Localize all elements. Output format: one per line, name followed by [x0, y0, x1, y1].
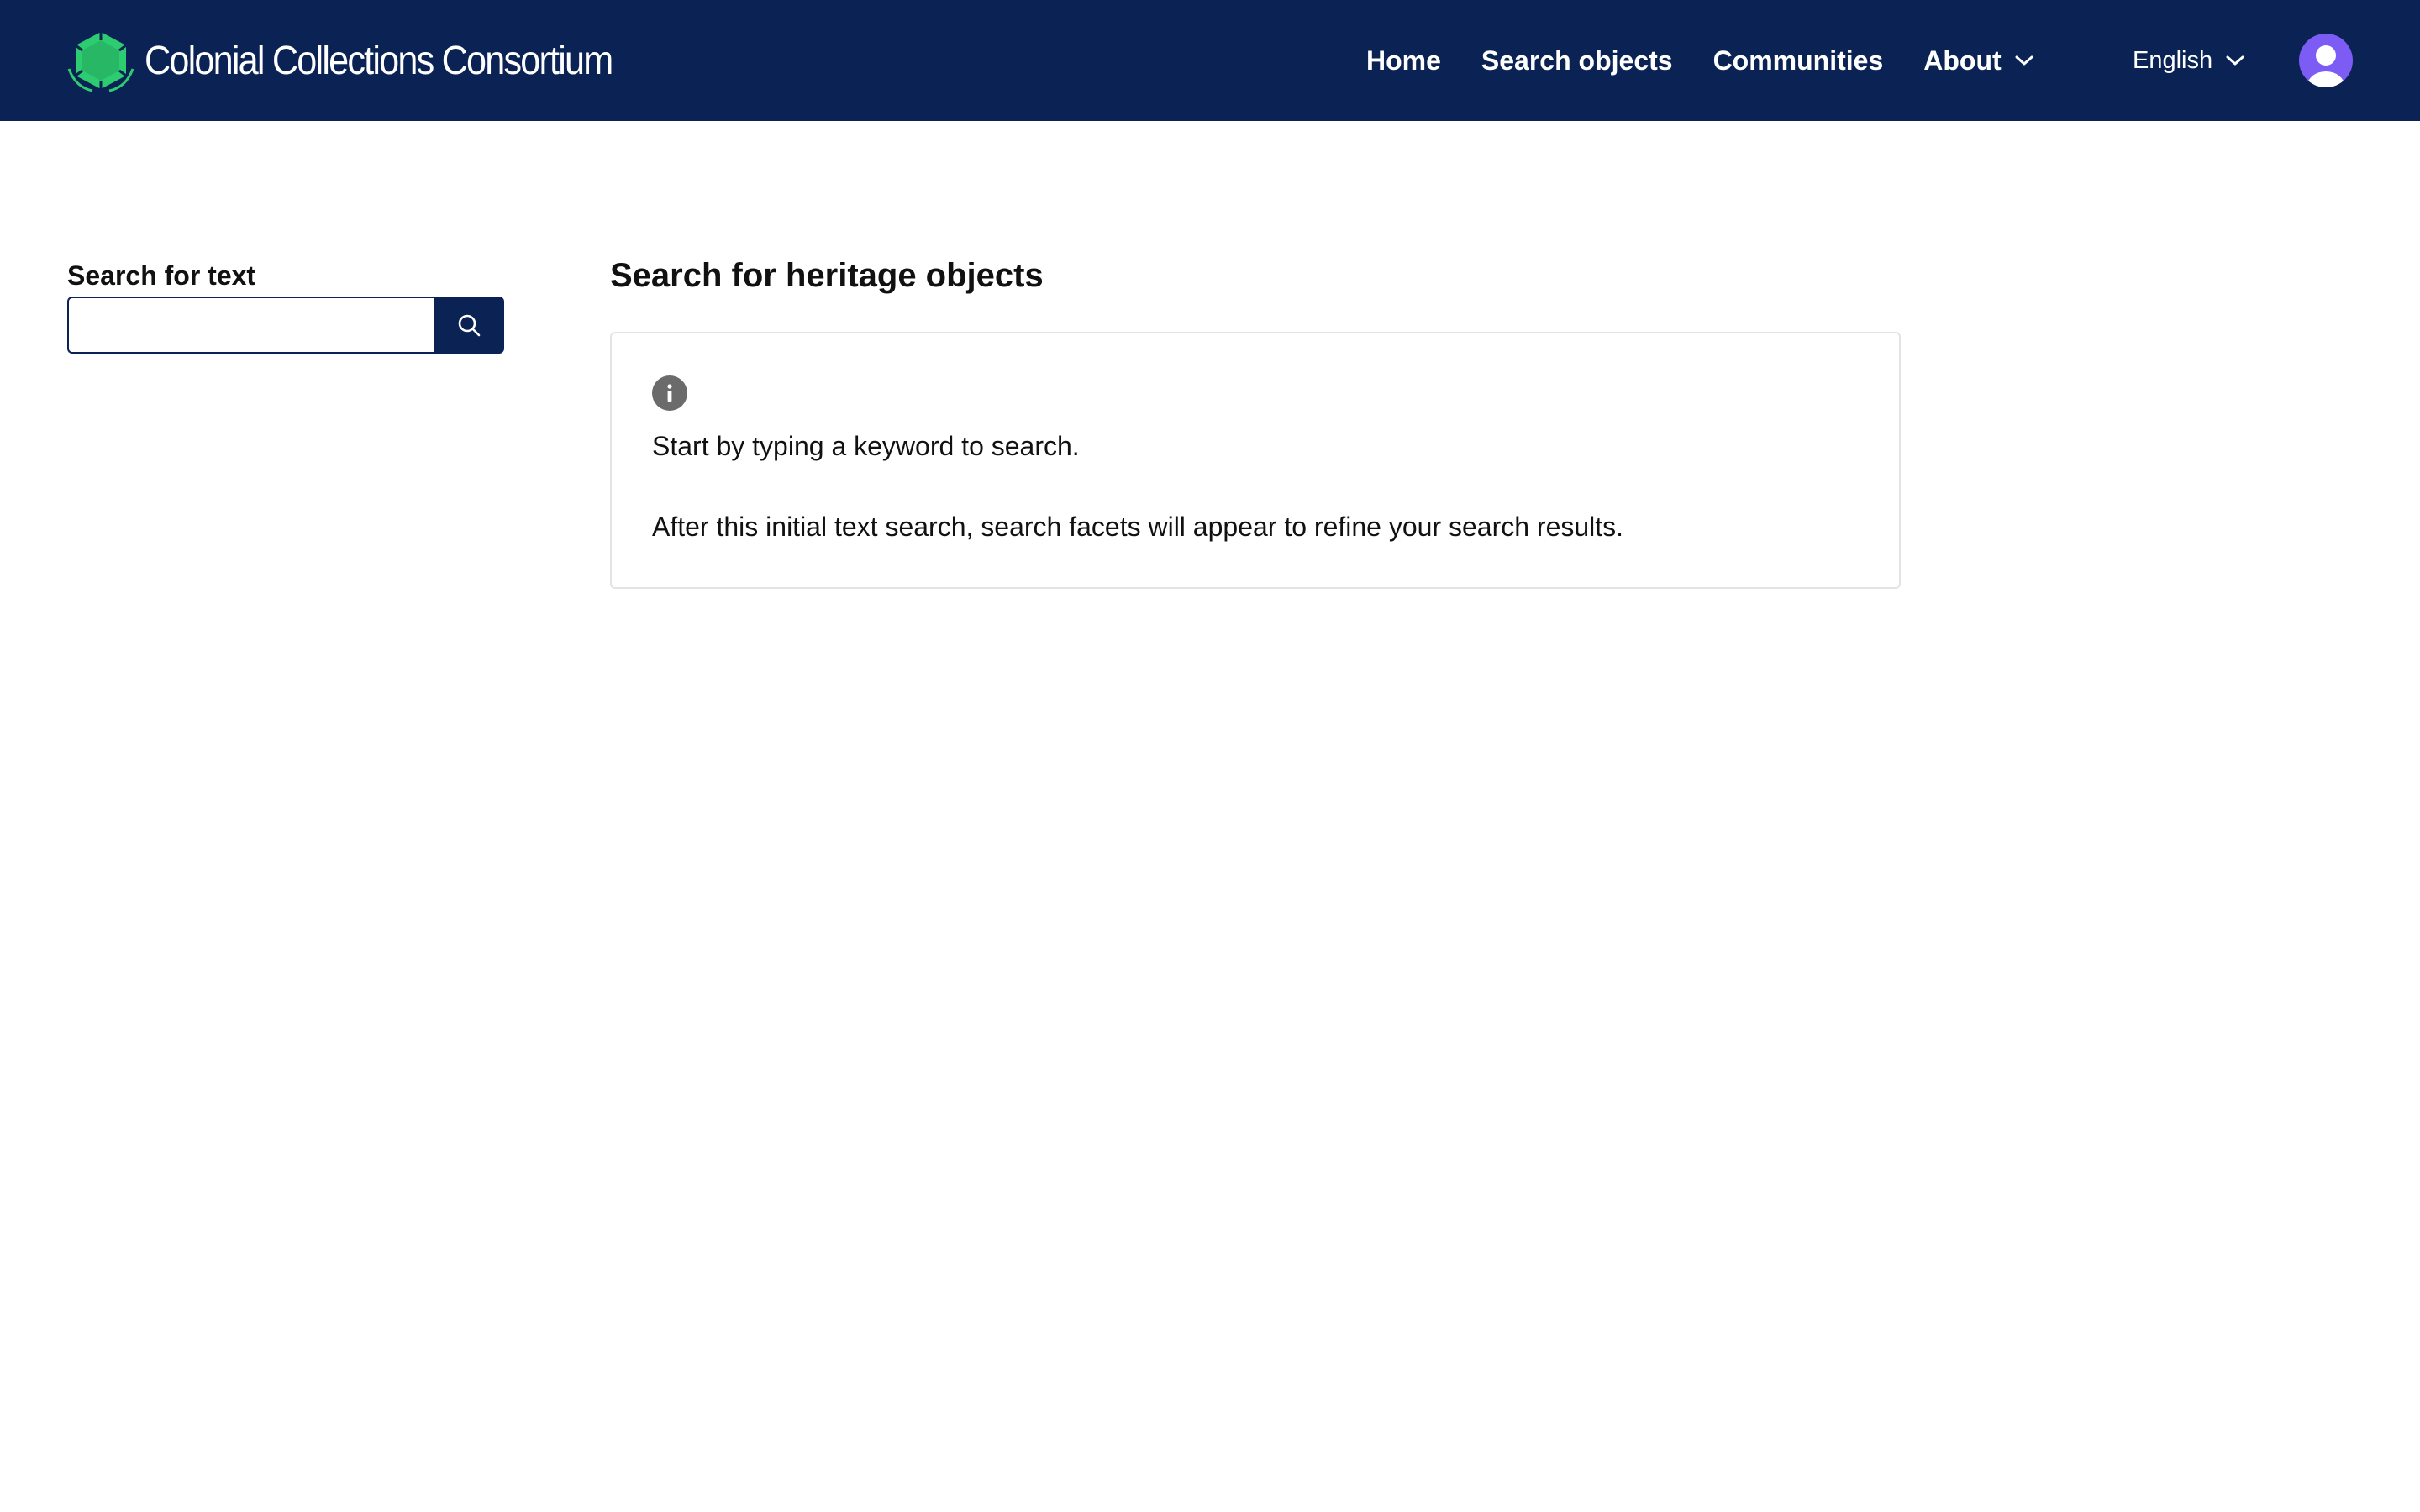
language-label: English — [2133, 46, 2213, 74]
chevron-down-icon — [2015, 55, 2033, 66]
info-text-facets: After this initial text search, search f… — [652, 512, 1624, 542]
info-text-start: Start by typing a keyword to search. — [652, 431, 1080, 461]
search-button[interactable] — [434, 297, 504, 354]
language-selector[interactable]: English — [2133, 44, 2244, 77]
site-header: Colonial Collections Consortium Home Sea… — [0, 0, 2420, 121]
search-sidebar: Search for text — [67, 260, 504, 354]
nav-communities[interactable]: Communities — [1713, 45, 1884, 76]
user-avatar-icon — [2307, 45, 2344, 87]
user-avatar-button[interactable] — [2299, 34, 2353, 87]
info-box: Start by typing a keyword to search. Aft… — [610, 332, 1901, 589]
brand-home-link[interactable]: Colonial Collections Consortium — [67, 29, 664, 92]
hexagon-leaf-logo-icon — [67, 32, 134, 92]
info-icon — [652, 375, 687, 411]
search-icon — [458, 314, 481, 337]
nav-home[interactable]: Home — [1366, 45, 1441, 76]
search-label: Search for text — [67, 260, 256, 291]
nav-about[interactable]: About — [1923, 45, 2033, 76]
nav-search-objects[interactable]: Search objects — [1481, 45, 1673, 76]
chevron-down-icon — [2226, 55, 2244, 66]
main-nav: Home Search objects Communities About — [1366, 40, 2033, 81]
brand-name: Colonial Collections Consortium — [145, 38, 613, 83]
main-content: Search for heritage objects Start by typ… — [610, 257, 1901, 589]
search-form — [67, 297, 504, 354]
nav-about-label: About — [1923, 45, 2002, 76]
page-title: Search for heritage objects — [610, 257, 1044, 294]
search-input[interactable] — [67, 297, 434, 354]
